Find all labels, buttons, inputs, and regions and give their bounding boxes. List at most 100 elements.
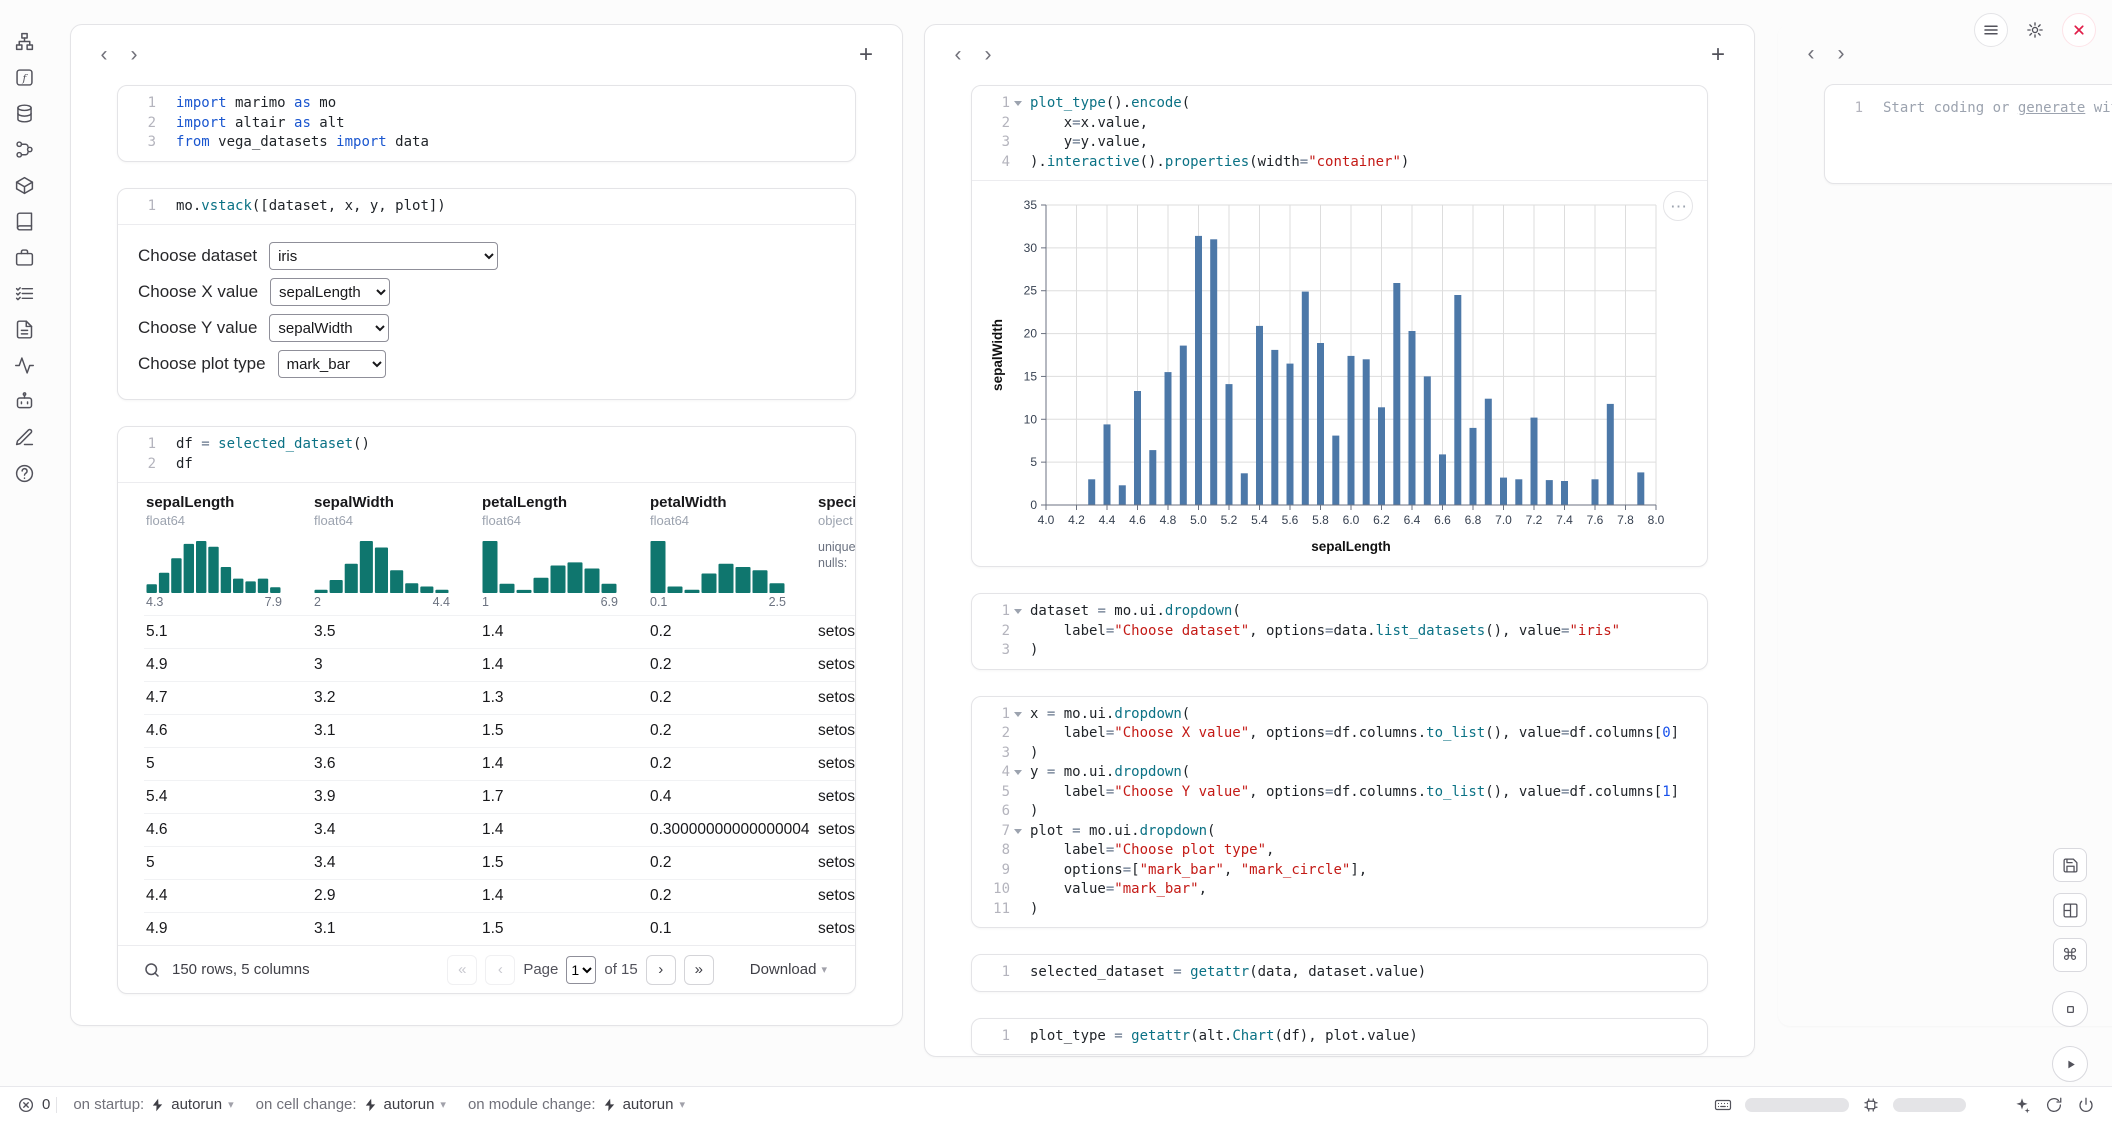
command-palette-button[interactable]: ⌘ [2053, 938, 2087, 972]
code-line[interactable]: 1mo.vstack([dataset, x, y, plot]) [124, 197, 843, 217]
scratchpad-icon[interactable] [11, 244, 37, 270]
run-all-button[interactable] [2052, 1046, 2088, 1082]
cell-selected-dataset[interactable]: 1selected_dataset = getattr(data, datase… [971, 954, 1708, 992]
table-row[interactable]: 4.63.41.40.30000000000000004setosa [144, 813, 855, 846]
code-line[interactable]: 2 label="Choose X value", options=df.col… [978, 724, 1695, 744]
notebook-menu-button[interactable] [1974, 13, 2008, 47]
add-column-button[interactable]: + [850, 40, 882, 72]
code-editor[interactable]: 1plot_type = getattr(alt.Chart(df), plot… [972, 1019, 1707, 1055]
column-move-left-button[interactable]: ‹ [89, 41, 119, 71]
generate-with-ai-link[interactable]: generate [2018, 100, 2085, 116]
first-page-button[interactable]: « [447, 955, 477, 985]
column-move-right-button[interactable]: › [1826, 40, 1856, 70]
chat-icon[interactable] [11, 388, 37, 414]
column-header[interactable]: speciesobject [816, 493, 855, 529]
interrupt-button[interactable] [2052, 991, 2088, 1027]
cell-dataframe[interactable]: 1df = selected_dataset()2df sepalLengthf… [117, 426, 856, 994]
code-line[interactable]: 1import marimo as mo [124, 94, 843, 114]
code-line[interactable]: 3) [978, 641, 1695, 661]
code-editor[interactable]: 1selected_dataset = getattr(data, datase… [972, 955, 1707, 991]
code-line[interactable]: 4).interactive().properties(width="conta… [978, 153, 1695, 173]
code-editor[interactable]: 1dataset = mo.ui.dropdown(2 label="Choos… [972, 594, 1707, 669]
runtime-setting-on-cell-change[interactable]: on cell change:autorun▾ [256, 1096, 446, 1113]
table-row[interactable]: 5.13.51.40.2setosa [144, 615, 855, 648]
snippets-icon[interactable] [11, 316, 37, 342]
runtime-setting-on-module-change[interactable]: on module change:autorun▾ [468, 1096, 685, 1113]
code-line[interactable]: 2import altair as alt [124, 114, 843, 134]
code-line[interactable]: 5 label="Choose Y value", options=df.col… [978, 783, 1695, 803]
download-button[interactable]: Download▾ [750, 961, 827, 978]
search-icon[interactable] [142, 960, 162, 980]
table-row[interactable]: 5.43.91.70.4setosa [144, 780, 855, 813]
choose-dataset-select[interactable]: iris [269, 242, 498, 270]
column-header[interactable]: petalLengthfloat64 [480, 493, 648, 529]
chart-menu-button[interactable]: ⋯ [1663, 191, 1693, 221]
table-row[interactable]: 4.93.11.50.1setosa [144, 912, 855, 945]
code-line[interactable]: 3 y=y.value, [978, 133, 1695, 153]
cell-plot-type[interactable]: 1plot_type = getattr(alt.Chart(df), plot… [971, 1018, 1708, 1056]
ai-sparkle-icon[interactable] [2012, 1095, 2032, 1115]
cell-empty-ai[interactable]: 1 Start coding or generate with AI. [1824, 84, 2112, 184]
choose-x-value-select[interactable]: sepalLength [270, 278, 390, 306]
choose-plot-type-select[interactable]: mark_bar [278, 350, 386, 378]
next-page-button[interactable]: › [646, 955, 676, 985]
code-line[interactable]: 3) [978, 744, 1695, 764]
code-line[interactable]: 8 label="Choose plot type", [978, 841, 1695, 861]
settings-button[interactable] [2018, 13, 2052, 47]
fold-chevron-icon[interactable] [1012, 606, 1024, 618]
fold-chevron-icon[interactable] [1012, 825, 1024, 837]
column-header[interactable]: sepalLengthfloat64 [144, 493, 312, 529]
table-row[interactable]: 4.63.11.50.2setosa [144, 714, 855, 747]
keyboard-shortcuts-icon[interactable] [1713, 1095, 1733, 1115]
save-button[interactable] [2053, 848, 2087, 882]
choose-y-value-select[interactable]: sepalWidth [269, 314, 389, 342]
code-line[interactable]: 1plot_type().encode( [978, 94, 1695, 114]
power-icon[interactable] [2076, 1095, 2096, 1115]
cell-vstack[interactable]: 1mo.vstack([dataset, x, y, plot]) Choose… [117, 188, 856, 401]
documentation-icon[interactable] [11, 208, 37, 234]
code-line[interactable]: 10 value="mark_bar", [978, 880, 1695, 900]
cell-dataset-dropdown[interactable]: 1dataset = mo.ui.dropdown(2 label="Choos… [971, 593, 1708, 670]
code-line[interactable]: 1selected_dataset = getattr(data, datase… [978, 963, 1695, 983]
code-line[interactable]: 2df [124, 455, 843, 475]
column-header[interactable]: petalWidthfloat64 [648, 493, 816, 529]
column-move-right-button[interactable]: › [973, 41, 1003, 71]
cell-imports[interactable]: 1import marimo as mo2import altair as al… [117, 85, 856, 162]
cell-plot[interactable]: 1plot_type().encode(2 x=x.value,3 y=y.va… [971, 85, 1708, 567]
code-line[interactable]: 1dataset = mo.ui.dropdown( [978, 602, 1695, 622]
datasources-icon[interactable] [11, 100, 37, 126]
code-editor[interactable]: 1df = selected_dataset()2df [118, 427, 855, 482]
vega-bar-chart[interactable]: 4.04.24.44.64.85.05.25.45.65.86.06.26.46… [986, 191, 1690, 557]
prev-page-button[interactable]: ‹ [485, 955, 515, 985]
copilot-icon[interactable] [2044, 1095, 2064, 1115]
code-editor[interactable]: 1x = mo.ui.dropdown(2 label="Choose X va… [972, 697, 1707, 928]
code-line[interactable]: 1df = selected_dataset() [124, 435, 843, 455]
add-column-button[interactable]: + [1702, 40, 1734, 72]
code-line[interactable]: 7plot = mo.ui.dropdown( [978, 822, 1695, 842]
code-line[interactable]: 6) [978, 802, 1695, 822]
ai-placeholder[interactable]: Start coding or generate with AI. [1883, 99, 2112, 119]
code-editor[interactable]: 1import marimo as mo2import altair as al… [118, 86, 855, 161]
column-move-left-button[interactable]: ‹ [1796, 40, 1826, 70]
fold-chevron-icon[interactable] [1012, 98, 1024, 110]
fold-chevron-icon[interactable] [1012, 708, 1024, 720]
last-page-button[interactable]: » [684, 955, 714, 985]
help-icon[interactable] [11, 460, 37, 486]
fold-chevron-icon[interactable] [1012, 767, 1024, 779]
column-move-left-button[interactable]: ‹ [943, 41, 973, 71]
cell-xy-plot-dropdowns[interactable]: 1x = mo.ui.dropdown(2 label="Choose X va… [971, 696, 1708, 929]
column-move-right-button[interactable]: › [119, 41, 149, 71]
error-indicator[interactable]: 0 [16, 1095, 50, 1115]
annotations-icon[interactable] [11, 424, 37, 450]
table-row[interactable]: 53.61.40.2setosa [144, 747, 855, 780]
dependencies-icon[interactable] [11, 136, 37, 162]
shutdown-button[interactable] [2062, 13, 2096, 47]
layout-toggle-button[interactable] [2053, 893, 2087, 927]
code-line[interactable]: 4y = mo.ui.dropdown( [978, 763, 1695, 783]
table-row[interactable]: 53.41.50.2setosa [144, 846, 855, 879]
table-row[interactable]: 4.73.21.30.2setosa [144, 681, 855, 714]
tracing-icon[interactable] [11, 352, 37, 378]
file-explorer-icon[interactable] [11, 28, 37, 54]
code-line[interactable]: 2 label="Choose dataset", options=data.l… [978, 622, 1695, 642]
code-line[interactable]: 9 options=["mark_bar", "mark_circle"], [978, 861, 1695, 881]
